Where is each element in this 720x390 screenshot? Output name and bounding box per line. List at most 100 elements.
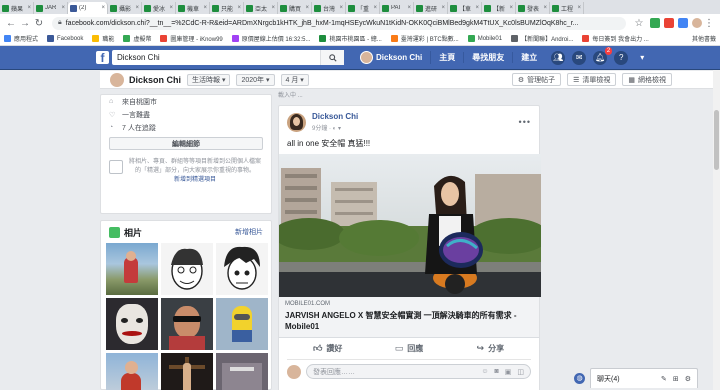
search-icon[interactable] [320, 50, 344, 65]
facebook-logo[interactable]: f [96, 51, 109, 65]
close-tab-icon[interactable]: × [543, 5, 547, 11]
messenger-icon[interactable]: ✉ [572, 50, 587, 65]
photo-thumbnail[interactable] [106, 353, 158, 390]
browser-tab[interactable]: JAR × [34, 2, 68, 14]
profile-link[interactable]: Dickson Chi [360, 51, 432, 64]
bookmark-item[interactable]: 桃園市桃園區 - 總... [319, 34, 382, 43]
bookmark-item[interactable]: 虛擬幣 [123, 34, 151, 43]
extension-icon[interactable] [650, 18, 660, 28]
back-icon[interactable]: ← [4, 18, 18, 29]
bookmark-item[interactable]: 應用程式 [4, 34, 38, 43]
photo-thumbnail[interactable] [216, 298, 268, 350]
compose-icon[interactable]: ✎ [661, 375, 667, 383]
profile-name[interactable]: Dickson Chi [129, 75, 181, 85]
nav-create[interactable]: 建立 [513, 52, 545, 63]
gif-icon[interactable]: ▣ [505, 368, 512, 376]
browser-tab[interactable]: 台灣 × [312, 2, 346, 14]
scrollbar[interactable] [713, 70, 720, 390]
bookmark-item[interactable]: 每日簽到 我會出力 ... [582, 34, 649, 43]
nav-home[interactable]: 主頁 [431, 52, 465, 63]
browser-tab[interactable]: 工程 × [550, 2, 584, 14]
post-author[interactable]: Dickson Chi [312, 112, 358, 121]
photo-thumbnail[interactable] [161, 353, 213, 390]
close-tab-icon[interactable]: × [237, 5, 241, 11]
browser-tab[interactable]: 【新 × [482, 2, 516, 14]
close-tab-icon[interactable]: × [271, 5, 275, 11]
close-tab-icon[interactable]: × [577, 5, 581, 11]
close-tab-icon[interactable]: × [373, 5, 377, 11]
close-tab-icon[interactable]: × [61, 5, 65, 11]
menu-icon[interactable]: ⋮ [702, 18, 716, 29]
browser-tab[interactable]: (2) × [68, 2, 108, 14]
share-button[interactable]: ↪ 分享 [450, 338, 531, 359]
browser-tab[interactable]: 攝影 × [108, 2, 142, 14]
browser-tab[interactable]: 愛冰 × [142, 2, 176, 14]
emoji-icon[interactable]: ☺ [481, 368, 488, 375]
extension-icon[interactable] [664, 18, 674, 28]
close-tab-icon[interactable]: × [27, 5, 31, 11]
group-chat-icon[interactable]: ⊞ [673, 375, 679, 383]
comment-input[interactable]: 發表回應…… ☺ ◙ ▣ ◫ [306, 364, 531, 379]
url-input[interactable]: 🔒︎ facebook.com/dickson.chi?__tn__=%2CdC… [52, 16, 626, 30]
photos-title[interactable]: 相片 [124, 226, 142, 239]
bookmark-item[interactable]: 臺灣運彩 | BTC點數... [390, 34, 459, 43]
bookmark-item[interactable]: 圖庫管理 - iKnow99 [160, 34, 223, 43]
forward-icon[interactable]: → [18, 18, 32, 29]
photo-thumbnail[interactable] [161, 298, 213, 350]
add-photo-link[interactable]: 新增相片 [235, 227, 263, 237]
camera-icon[interactable]: ◙ [495, 368, 499, 375]
scrollbar-thumb[interactable] [714, 110, 719, 170]
bookmark-item[interactable]: 【新聞聯】Androi... [511, 34, 573, 43]
browser-tab[interactable]: 進研 × [414, 2, 448, 14]
close-tab-icon[interactable]: × [441, 5, 445, 11]
close-tab-icon[interactable]: × [135, 5, 139, 11]
more-options-icon[interactable]: ••• [519, 117, 531, 127]
post-timestamp[interactable]: 9分鐘 · ◐ ▾ [312, 123, 358, 132]
browser-tab[interactable]: 蘋果 × [0, 2, 34, 14]
photo-thumbnail[interactable] [106, 298, 158, 350]
author-avatar[interactable] [287, 112, 306, 132]
photo-thumbnail[interactable] [161, 243, 213, 295]
bookmark-item[interactable]: Mobile01 [467, 35, 502, 42]
language-globe-icon[interactable]: ◍ [574, 373, 585, 384]
close-tab-icon[interactable]: × [305, 5, 309, 11]
link-preview[interactable]: MOBILE01.COM JARVISH ANGELO X 智慧安全帽實測 一頂… [279, 297, 539, 338]
photo-thumbnail[interactable] [106, 243, 158, 295]
comment-button[interactable]: ▭ 回應 [368, 338, 449, 359]
manage-posts-button[interactable]: ⚙ 管理帖子 [511, 73, 562, 86]
close-tab-icon[interactable]: × [509, 5, 513, 11]
close-tab-icon[interactable]: × [407, 5, 411, 11]
grid-view-button[interactable]: ▦ 網格檢視 [622, 73, 672, 86]
reload-icon[interactable]: ↻ [32, 18, 46, 29]
other-bookmarks[interactable]: 其他書籤 [692, 34, 716, 43]
star-icon[interactable]: ☆ [632, 18, 646, 29]
browser-tab[interactable]: 發表 × [516, 2, 550, 14]
browser-tab[interactable]: 「重 × [346, 2, 380, 14]
browser-tab[interactable]: PAI × [380, 2, 414, 14]
close-tab-icon[interactable]: × [339, 5, 343, 11]
help-icon[interactable]: ? [614, 50, 629, 65]
notifications-icon[interactable]: 🔔︎ 2 [593, 46, 613, 65]
close-tab-icon[interactable]: × [475, 5, 479, 11]
browser-tab[interactable]: 購買 × [278, 2, 312, 14]
year-dropdown[interactable]: 2020年 ▾ [236, 73, 275, 86]
add-featured-link[interactable]: 新增到精選項目 [174, 177, 216, 183]
timeline-dropdown[interactable]: 生活時報 ▾ [187, 73, 231, 86]
post-link-image[interactable] [279, 154, 541, 297]
account-menu-icon[interactable]: ▾ [635, 51, 649, 65]
like-button[interactable]: 👍︎ 讚好 [287, 338, 368, 359]
browser-tab[interactable]: 亞太 × [244, 2, 278, 14]
close-tab-icon[interactable]: × [169, 5, 173, 11]
photo-thumbnail[interactable] [216, 243, 268, 295]
photo-thumbnail[interactable] [216, 353, 268, 390]
bookmark-item[interactable]: Facebook [47, 35, 83, 42]
chat-settings-icon[interactable]: ⚙ [685, 375, 691, 383]
month-dropdown[interactable]: 4 月 ▾ [280, 73, 309, 86]
bookmark-item[interactable]: 職能 [92, 34, 114, 43]
search-input[interactable]: Dickson Chi [112, 50, 344, 65]
sticker-icon[interactable]: ◫ [517, 368, 524, 376]
friend-requests-icon[interactable]: 👥︎ [551, 50, 566, 65]
close-tab-icon[interactable]: × [203, 5, 207, 11]
nav-find-friends[interactable]: 尋找朋友 [464, 52, 514, 63]
chat-bar[interactable]: 聊天(4) ✎ ⊞ ⚙ [590, 368, 698, 388]
